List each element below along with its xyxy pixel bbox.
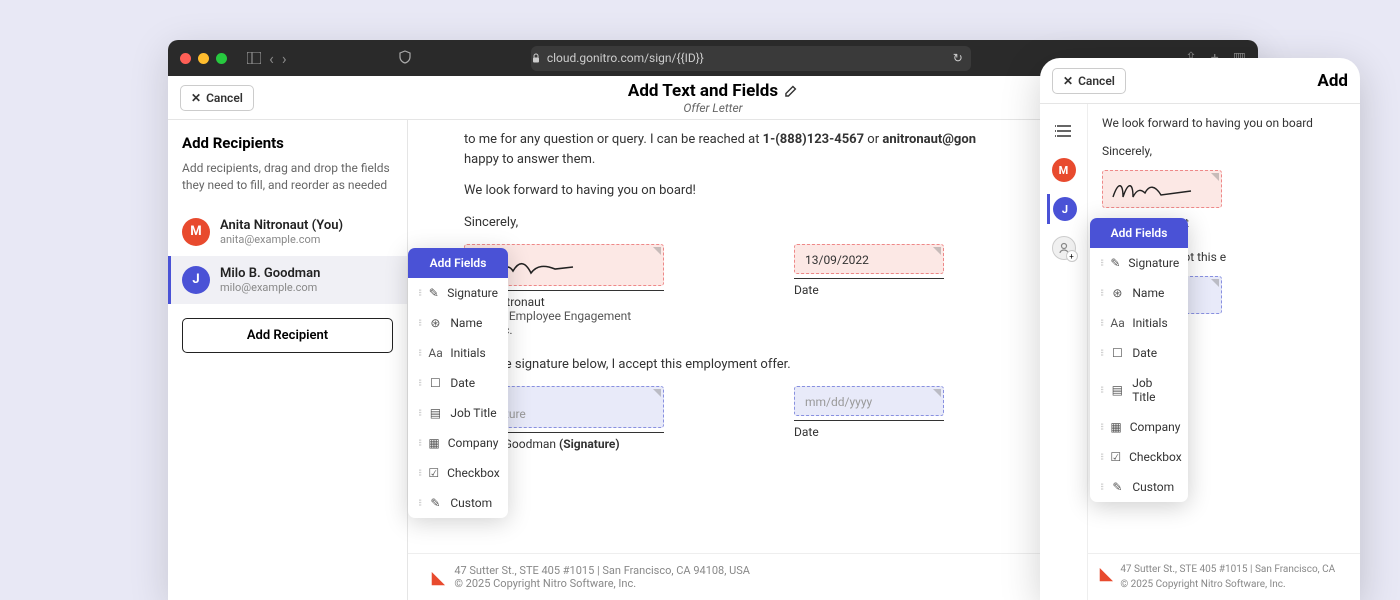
field-signature[interactable]: ⁝⁝✎Signature [1090, 248, 1188, 278]
mobile-sidebar: M J + [1040, 104, 1088, 600]
recipient-name: Milo B. Goodman [220, 266, 393, 281]
mobile-add-fields-popover: Add Fields ⁝⁝✎Signature ⁝⁝⊛Name ⁝⁝AaInit… [1090, 218, 1188, 502]
recipient-email: milo@example.com [220, 281, 393, 294]
name-icon: ⊛ [428, 316, 442, 330]
date-label: Date [794, 425, 944, 439]
recipient-name: Anita Nitronaut (You) [220, 218, 393, 233]
privacy-shield-icon[interactable] [398, 49, 412, 68]
list-icon[interactable] [1049, 116, 1079, 146]
close-icon: ✕ [191, 91, 201, 105]
mobile-window: ✕ Cancel Add M J + We look forward to ha… [1040, 58, 1360, 600]
drag-grip-icon: ⁝⁝ [418, 288, 420, 299]
mobile-footer: ◣ 47 Sutter St., STE 405 #1015 | San Fra… [1088, 553, 1360, 600]
sidebar-title: Add Recipients [168, 134, 407, 160]
field-signature[interactable]: ⁝⁝✎Signature [408, 278, 508, 308]
avatar: M [182, 218, 210, 246]
add-recipient-icon[interactable]: + [1052, 236, 1076, 260]
recipients-sidebar: Add Recipients Add recipients, drag and … [168, 120, 408, 600]
nitro-logo-icon: ◣ [432, 568, 444, 587]
edit-icon[interactable] [784, 84, 798, 98]
lock-icon [531, 53, 541, 63]
footer-copyright: © 2025 Copyright Nitro Software, Inc. [454, 577, 750, 590]
field-checkbox[interactable]: ⁝⁝☑Checkbox [1090, 442, 1188, 472]
nav-back-icon[interactable]: ‹ [269, 49, 274, 68]
url-bar[interactable]: cloud.gonitro.com/sign/{{ID}} ↻ [531, 46, 971, 71]
field-name[interactable]: ⁝⁝⊛Name [408, 308, 508, 338]
doc-paragraph: We look forward to having you on board [1102, 114, 1346, 132]
calendar-icon: ☐ [428, 376, 442, 390]
company-icon: ▦ [428, 436, 439, 450]
recipient-item-milo[interactable]: J Milo B. Goodman milo@example.com [168, 256, 407, 304]
field-custom[interactable]: ⁝⁝✎Custom [1090, 472, 1188, 502]
field-initials[interactable]: ⁝⁝AaInitials [1090, 308, 1188, 338]
cancel-label: Cancel [1078, 74, 1115, 88]
cancel-label: Cancel [206, 91, 243, 105]
recipient-avatar-anita[interactable]: M [1052, 158, 1076, 182]
drag-grip-icon: ⁝⁝ [418, 408, 420, 419]
date-label: Date [794, 283, 944, 297]
close-window-icon[interactable] [180, 53, 191, 64]
nitro-logo-icon: ◣ [1100, 562, 1112, 592]
minimize-window-icon[interactable] [198, 53, 209, 64]
doc-paragraph: Sincerely, [1102, 142, 1346, 160]
date-field-anita[interactable]: 13/09/2022 [794, 244, 944, 274]
drag-grip-icon: ⁝⁝ [418, 318, 420, 329]
drag-grip-icon: ⁝⁝ [418, 468, 420, 479]
mobile-page-title: Add [1317, 71, 1348, 91]
drag-grip-icon: ⁝⁝ [418, 348, 420, 359]
field-job-title[interactable]: ⁝⁝▤Job Title [1090, 368, 1188, 412]
recipient-email: anita@example.com [220, 233, 393, 246]
popover-header: Add Fields [1090, 218, 1188, 248]
field-custom[interactable]: ⁝⁝✎Custom [408, 488, 508, 518]
briefcase-icon: ▤ [428, 406, 442, 420]
field-initials[interactable]: ⁝⁝AaInitials [408, 338, 508, 368]
cancel-button[interactable]: ✕ Cancel [1052, 68, 1126, 94]
field-checkbox[interactable]: ⁝⁝☑Checkbox [408, 458, 508, 488]
drag-grip-icon: ⁝⁝ [418, 498, 420, 509]
add-fields-popover: Add Fields ⁝⁝✎Signature ⁝⁝⊛Name ⁝⁝AaInit… [408, 248, 508, 518]
drag-grip-icon: ⁝⁝ [418, 378, 420, 389]
signature-field-anita[interactable] [1102, 170, 1222, 208]
reload-icon[interactable]: ↻ [953, 51, 963, 65]
recipient-avatar-milo-active[interactable]: J [1047, 194, 1077, 224]
field-company[interactable]: ⁝⁝▦Company [1090, 412, 1188, 442]
signature-icon: ✎ [428, 286, 439, 300]
sidebar-description: Add recipients, drag and drop the fields… [168, 160, 407, 208]
field-date[interactable]: ⁝⁝☐Date [1090, 338, 1188, 368]
field-name[interactable]: ⁝⁝⊛Name [1090, 278, 1188, 308]
sidebar-toggle-icon[interactable] [247, 52, 261, 64]
footer-address: 47 Sutter St., STE 405 #1015 | San Franc… [454, 564, 750, 577]
add-recipient-button[interactable]: Add Recipient [182, 318, 393, 353]
cancel-button[interactable]: ✕ Cancel [180, 85, 254, 111]
mobile-header: ✕ Cancel Add [1040, 58, 1360, 104]
recipient-item-anita[interactable]: M Anita Nitronaut (You) anita@example.co… [168, 208, 407, 256]
close-icon: ✕ [1063, 74, 1073, 88]
field-date[interactable]: ⁝⁝☐Date [408, 368, 508, 398]
date-field-milo[interactable]: mm/dd/yyyy [794, 386, 944, 416]
pencil-icon: ✎ [428, 496, 442, 510]
drag-grip-icon: ⁝⁝ [418, 438, 420, 449]
field-company[interactable]: ⁝⁝▦Company [408, 428, 508, 458]
document-name: Offer Letter [628, 101, 798, 115]
avatar: J [182, 266, 210, 294]
initials-icon: Aa [428, 346, 442, 360]
url-text: cloud.gonitro.com/sign/{{ID}} [547, 51, 704, 65]
checkbox-icon: ☑ [428, 466, 439, 480]
nav-forward-icon[interactable]: › [282, 49, 287, 68]
field-job-title[interactable]: ⁝⁝▤Job Title [408, 398, 508, 428]
popover-header: Add Fields [408, 248, 508, 278]
page-title: Add Text and Fields [628, 81, 798, 101]
maximize-window-icon[interactable] [216, 53, 227, 64]
window-controls[interactable] [180, 53, 227, 64]
